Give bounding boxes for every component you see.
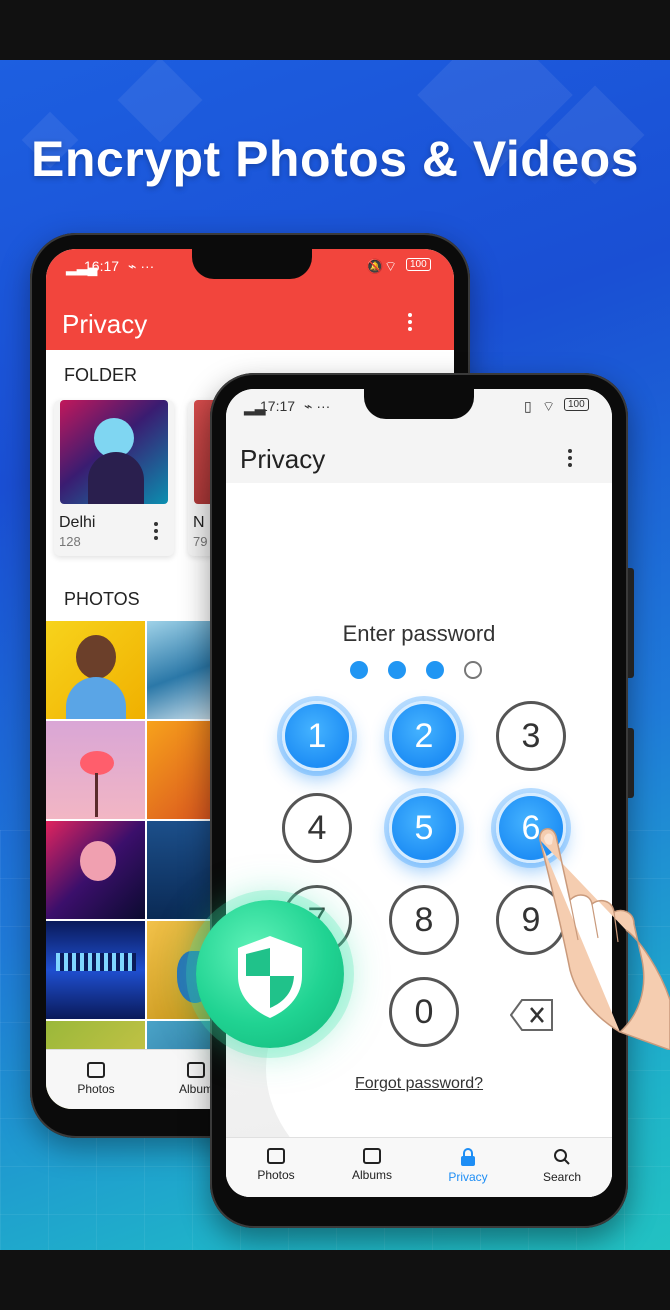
- power-button: [628, 728, 634, 798]
- nav-photos[interactable]: Photos: [74, 1062, 118, 1096]
- folder-count: 128: [59, 534, 81, 549]
- wifi-icon: ⌔: [384, 258, 398, 274]
- volume-button: [628, 568, 634, 678]
- key-1[interactable]: 1: [282, 701, 352, 771]
- shield-icon: [238, 936, 302, 1018]
- nav-label: Search: [542, 1170, 582, 1184]
- photo-thumbnail[interactable]: [46, 621, 145, 719]
- photo-thumbnail[interactable]: [46, 921, 145, 1019]
- back-appbar: ▂▃▄ 16:17 ⌁ ··· 🔕 ⌔ 100 Privacy: [46, 249, 454, 350]
- mute-icon: 🔕: [366, 258, 384, 274]
- pin-dot-filled: [350, 661, 368, 679]
- photos-section-label: PHOTOS: [64, 589, 140, 609]
- photo-icon: [87, 1062, 105, 1078]
- promo-stage: Encrypt Photos & Videos ▂▃▄ 16:17 ⌁ ··· …: [0, 60, 670, 1250]
- photo-icon: [267, 1148, 285, 1164]
- camera-notch: [192, 249, 312, 279]
- usb-icon: ⌁ ···: [304, 398, 331, 414]
- key-2[interactable]: 2: [389, 701, 459, 771]
- front-appbar: ▂▃ 17:17 ⌁ ··· ▯ ⌔ 100 Privacy: [226, 389, 612, 483]
- nav-label: Photos: [77, 1082, 115, 1096]
- folder-menu-icon[interactable]: [154, 522, 160, 543]
- key-0[interactable]: 0: [389, 977, 459, 1047]
- nav-label: Albums: [351, 1168, 392, 1182]
- key-4[interactable]: 4: [282, 793, 352, 863]
- overflow-menu-icon[interactable]: [568, 449, 574, 470]
- nav-photos[interactable]: Photos: [252, 1148, 300, 1182]
- key-3[interactable]: 3: [496, 701, 566, 771]
- shield-badge: [196, 900, 344, 1048]
- folder-card[interactable]: Delhi 128: [54, 400, 174, 556]
- lock-icon: [461, 1148, 475, 1166]
- front-phone-screen: ▂▃ 17:17 ⌁ ··· ▯ ⌔ 100 Privacy Enter pas…: [226, 389, 612, 1197]
- vibrate-icon: ▯: [524, 398, 532, 414]
- front-bottom-nav: Photos Albums Privacy Search: [226, 1137, 612, 1197]
- headline: Encrypt Photos & Videos: [31, 131, 639, 187]
- battery-icon: 100: [406, 258, 431, 271]
- nav-privacy[interactable]: Privacy: [444, 1148, 492, 1184]
- usb-icon: ⌁ ···: [128, 258, 155, 274]
- wifi-icon: ⌔: [542, 398, 556, 414]
- bottom-letterbox: [0, 1250, 670, 1310]
- folder-name: Delhi: [59, 514, 96, 531]
- pin-dot-filled: [388, 661, 406, 679]
- forgot-password-link[interactable]: Forgot password?: [226, 1075, 612, 1093]
- nav-albums[interactable]: Albums: [348, 1148, 396, 1182]
- camera-notch: [364, 389, 474, 419]
- status-time: 17:17: [260, 398, 296, 414]
- nav-label: Album: [178, 1082, 213, 1096]
- pin-dot-empty: [464, 661, 482, 679]
- folder-count: 79: [193, 534, 208, 549]
- key-5[interactable]: 5: [389, 793, 459, 863]
- photo-thumbnail[interactable]: [46, 721, 145, 819]
- overflow-menu-icon[interactable]: [408, 313, 414, 334]
- folder-name: N: [193, 514, 205, 531]
- search-icon: [554, 1149, 570, 1165]
- front-phone: ▂▃ 17:17 ⌁ ··· ▯ ⌔ 100 Privacy Enter pas…: [210, 373, 634, 1228]
- pin-dot-filled: [426, 661, 444, 679]
- nav-search[interactable]: Search: [538, 1148, 586, 1184]
- pointing-hand-icon: [539, 828, 670, 1050]
- photo-thumbnail[interactable]: [46, 821, 145, 919]
- folder-section-label: FOLDER: [64, 365, 138, 385]
- front-app-title: Privacy: [240, 444, 326, 474]
- key-8[interactable]: 8: [389, 885, 459, 955]
- albums-icon: [363, 1148, 381, 1164]
- albums-icon: [187, 1062, 205, 1078]
- top-letterbox: [0, 0, 670, 60]
- nav-label: Photos: [257, 1168, 295, 1182]
- back-app-title: Privacy: [62, 309, 148, 339]
- enter-password-prompt: Enter password: [342, 621, 496, 646]
- nav-label: Privacy: [448, 1170, 488, 1184]
- folder-thumbnail: [60, 400, 168, 504]
- battery-icon: 100: [564, 398, 589, 411]
- status-time: 16:17: [84, 258, 120, 274]
